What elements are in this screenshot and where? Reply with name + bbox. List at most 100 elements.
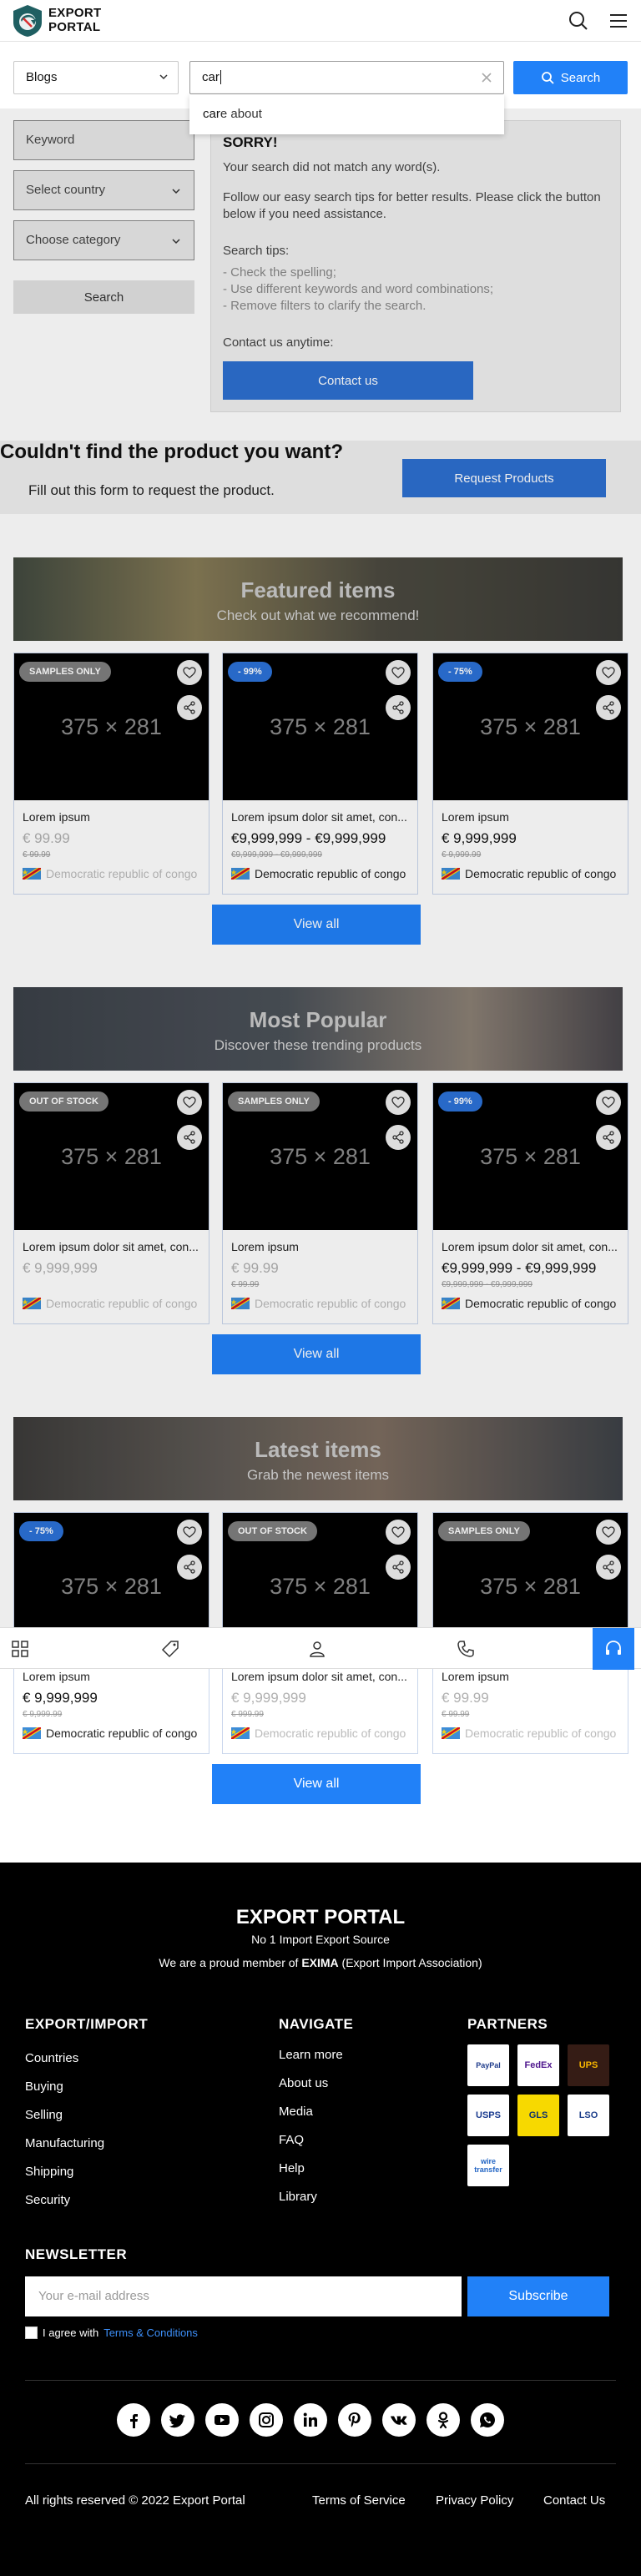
- vk-icon[interactable]: [382, 2403, 416, 2437]
- tag-icon[interactable]: [154, 1628, 187, 1670]
- footer-link[interactable]: Manufacturing: [25, 2136, 104, 2150]
- share-icon[interactable]: [386, 1555, 411, 1580]
- footer-link[interactable]: Selling: [25, 2108, 63, 2122]
- product-country: Democratic republic of congo: [23, 867, 197, 880]
- odnoklassniki-icon[interactable]: [426, 2403, 460, 2437]
- product-card[interactable]: 375 × 281 SAMPLES ONLY Lorem ipsum € 99.99 €…: [222, 1082, 418, 1324]
- product-card[interactable]: 375 × 281 SAMPLES ONLY Lorem ipsum € 99.99 €…: [13, 653, 209, 895]
- heart-icon[interactable]: [596, 1090, 621, 1115]
- share-icon[interactable]: [386, 695, 411, 720]
- share-icon[interactable]: [596, 1555, 621, 1580]
- lso-logo[interactable]: LSO: [568, 2095, 609, 2136]
- privacy-policy-link[interactable]: Privacy Policy: [436, 2493, 513, 2508]
- heart-icon[interactable]: [386, 660, 411, 685]
- footer-link[interactable]: Library: [279, 2190, 317, 2204]
- heart-icon[interactable]: [596, 1520, 621, 1545]
- heart-icon[interactable]: [177, 1520, 202, 1545]
- product-name[interactable]: Lorem ipsum dolor sit amet, con...: [442, 1240, 621, 1253]
- footer-link[interactable]: Help: [279, 2161, 305, 2175]
- youtube-icon[interactable]: [205, 2403, 239, 2437]
- newsletter-email-input[interactable]: Your e-mail address: [25, 2276, 462, 2316]
- clear-search-icon[interactable]: [479, 70, 494, 85]
- heart-icon[interactable]: [177, 1090, 202, 1115]
- request-products-button[interactable]: Request Products: [402, 459, 606, 497]
- heart-icon[interactable]: [386, 1520, 411, 1545]
- categories-icon[interactable]: [3, 1628, 37, 1670]
- product-card[interactable]: 375 × 281 OUT OF STOCK Lorem ipsum dolor s…: [13, 1082, 209, 1324]
- footer-link[interactable]: FAQ: [279, 2133, 304, 2147]
- product-name[interactable]: Lorem ipsum: [23, 810, 202, 824]
- share-icon[interactable]: [596, 1125, 621, 1150]
- tip-1: - Check the spelling;: [223, 265, 336, 280]
- product-card[interactable]: 375 × 281 - 75% Lorem ipsum € 9,999,999 € 9,…: [432, 653, 628, 895]
- user-icon[interactable]: [300, 1628, 334, 1670]
- product-name[interactable]: Lorem ipsum: [442, 810, 621, 824]
- ups-logo[interactable]: UPS: [568, 2044, 609, 2086]
- filter-search-button[interactable]: Search: [13, 280, 194, 314]
- phone-icon[interactable]: [449, 1628, 482, 1670]
- search-input[interactable]: car: [189, 61, 504, 94]
- view-all-button[interactable]: View all: [212, 1334, 421, 1374]
- product-name[interactable]: Lorem ipsum: [23, 1670, 202, 1683]
- share-icon[interactable]: [177, 1125, 202, 1150]
- contact-us-button[interactable]: Contact us: [223, 361, 473, 400]
- heart-icon[interactable]: [386, 1090, 411, 1115]
- footer-link[interactable]: About us: [279, 2076, 328, 2090]
- country-name: Democratic republic of congo: [255, 867, 406, 880]
- terms-checkbox[interactable]: [25, 2326, 38, 2339]
- keyword-input[interactable]: Keyword: [13, 120, 194, 160]
- heart-icon[interactable]: [177, 660, 202, 685]
- contact-us-link[interactable]: Contact Us: [543, 2493, 605, 2508]
- whatsapp-icon[interactable]: [471, 2403, 504, 2437]
- product-badge: OUT OF STOCK: [228, 1521, 317, 1541]
- category-select[interactable]: Choose category: [13, 220, 194, 260]
- share-icon[interactable]: [177, 1555, 202, 1580]
- section-subtitle: Check out what we recommend!: [216, 607, 420, 623]
- usps-logo[interactable]: USPS: [467, 2095, 509, 2136]
- product-name[interactable]: Lorem ipsum dolor sit amet, con...: [23, 1240, 202, 1253]
- subscribe-button[interactable]: Subscribe: [467, 2276, 609, 2316]
- share-icon[interactable]: [386, 1125, 411, 1150]
- terms-link[interactable]: Terms & Conditions: [103, 2326, 198, 2339]
- product-card[interactable]: 375 × 281 - 99% Lorem ipsum dolor sit amet…: [432, 1082, 628, 1324]
- footer-link[interactable]: Security: [25, 2193, 70, 2207]
- footer-link[interactable]: Learn more: [279, 2048, 343, 2062]
- product-name[interactable]: Lorem ipsum: [231, 1240, 411, 1253]
- product-name[interactable]: Lorem ipsum dolor sit amet, con...: [231, 810, 411, 824]
- search-type-select[interactable]: Blogs: [13, 61, 179, 94]
- country-name: Democratic republic of congo: [465, 1297, 617, 1310]
- product-card[interactable]: 375 × 281 - 99% Lorem ipsum dolor sit amet…: [222, 653, 418, 895]
- footer-link[interactable]: Media: [279, 2105, 313, 2119]
- view-all-button[interactable]: View all: [212, 905, 421, 945]
- view-all-button[interactable]: View all: [212, 1764, 421, 1804]
- menu-icon[interactable]: [608, 10, 629, 32]
- footer-link[interactable]: Shipping: [25, 2165, 73, 2179]
- terms-of-service-link[interactable]: Terms of Service: [312, 2493, 406, 2508]
- share-icon[interactable]: [596, 695, 621, 720]
- product-name[interactable]: Lorem ipsum: [442, 1670, 621, 1683]
- share-icon[interactable]: [177, 695, 202, 720]
- country-select[interactable]: Select country: [13, 170, 194, 210]
- export-portal-logo-icon[interactable]: [12, 4, 43, 38]
- footer-link[interactable]: Countries: [25, 2051, 78, 2065]
- footer-link[interactable]: Buying: [25, 2079, 63, 2094]
- instagram-icon[interactable]: [250, 2403, 283, 2437]
- pinterest-icon[interactable]: [338, 2403, 371, 2437]
- fedex-logo[interactable]: FedEx: [517, 2044, 559, 2086]
- search-button[interactable]: Search: [513, 61, 628, 94]
- gls-logo[interactable]: GLS: [517, 2095, 559, 2136]
- linkedin-icon[interactable]: [294, 2403, 327, 2437]
- paypal-logo[interactable]: PayPal: [467, 2044, 509, 2086]
- search-icon[interactable]: [568, 10, 589, 32]
- product-name[interactable]: Lorem ipsum dolor sit amet, con...: [231, 1670, 411, 1683]
- heart-icon[interactable]: [596, 660, 621, 685]
- search-icon: [541, 72, 554, 84]
- facebook-icon[interactable]: [117, 2403, 150, 2437]
- twitter-icon[interactable]: [161, 2403, 194, 2437]
- wire-transfer-logo[interactable]: wire transfer: [467, 2145, 509, 2186]
- logo-text[interactable]: EXPORT PORTAL: [48, 6, 101, 34]
- headset-icon[interactable]: [593, 1628, 634, 1670]
- search-suggestion[interactable]: care about: [189, 94, 504, 134]
- section-banner: Most Popular Discover these trending prod…: [13, 987, 623, 1071]
- image-size-text: 375 × 281: [61, 713, 162, 739]
